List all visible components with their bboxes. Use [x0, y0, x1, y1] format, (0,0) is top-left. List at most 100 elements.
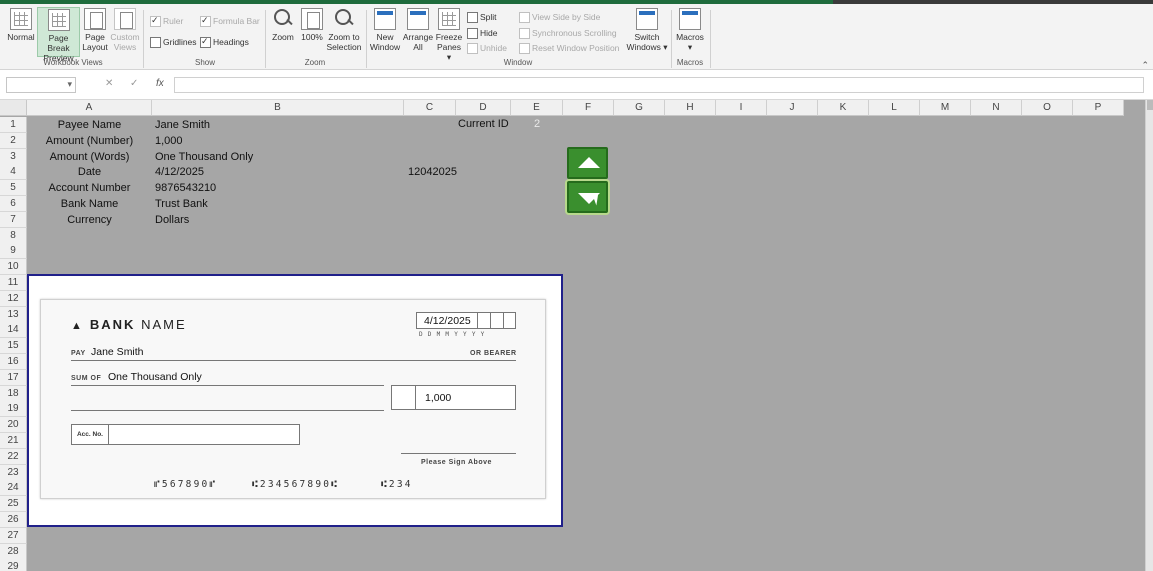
column-header[interactable]: O: [1022, 100, 1073, 116]
column-header[interactable]: F: [563, 100, 614, 116]
row-header[interactable]: 28: [0, 543, 27, 560]
cell-value[interactable]: 9876543210: [155, 180, 216, 196]
page-layout-button[interactable]: Page Layout: [82, 8, 108, 52]
row-header[interactable]: 1: [0, 117, 27, 133]
column-header[interactable]: P: [1073, 100, 1124, 116]
headings-checkbox[interactable]: Headings: [200, 35, 249, 48]
column-header[interactable]: K: [818, 100, 869, 116]
column-header[interactable]: I: [716, 100, 767, 116]
cell-label[interactable]: Amount (Number): [27, 133, 152, 149]
row-header[interactable]: 24: [0, 480, 27, 497]
row-header[interactable]: 25: [0, 496, 27, 513]
formula-bar: ✕ ✓ fx: [0, 70, 1153, 100]
group-label-macros: Macros: [676, 58, 704, 67]
synchronous-scrolling-button[interactable]: Synchronous Scrolling: [519, 27, 617, 39]
row-header[interactable]: 14: [0, 322, 27, 339]
cell-label[interactable]: Currency: [27, 212, 152, 228]
cell-value[interactable]: Dollars: [155, 212, 189, 228]
row-header[interactable]: 2: [0, 132, 27, 149]
switch-windows-button[interactable]: Switch Windows ▾: [626, 8, 668, 52]
row-header[interactable]: 4: [0, 164, 27, 181]
column-header[interactable]: G: [614, 100, 665, 116]
gridlines-checkbox[interactable]: Gridlines: [150, 36, 197, 48]
signature-line: [401, 453, 516, 454]
cell-label[interactable]: Amount (Words): [27, 149, 152, 165]
zoom-button[interactable]: Zoom: [270, 8, 296, 42]
row-header[interactable]: 13: [0, 306, 27, 323]
zoom-100-button[interactable]: 100%: [299, 8, 325, 42]
freeze-panes-button[interactable]: Freeze Panes ▾: [434, 8, 464, 62]
row-header[interactable]: 6: [0, 196, 27, 212]
cell-label[interactable]: Date: [27, 164, 152, 180]
row-header[interactable]: 10: [0, 259, 27, 276]
cell-c4[interactable]: 12042025: [408, 164, 457, 180]
hide-button[interactable]: Hide: [467, 27, 497, 39]
select-all-corner[interactable]: [0, 100, 27, 116]
macros-button[interactable]: Macros ▾: [674, 8, 706, 52]
cell-value[interactable]: Trust Bank: [155, 196, 208, 212]
row-header[interactable]: 12: [0, 290, 27, 307]
reset-window-position-button[interactable]: Reset Window Position: [519, 42, 619, 54]
column-header[interactable]: M: [920, 100, 971, 116]
row-header[interactable]: 7: [0, 211, 27, 228]
current-id-label[interactable]: Current ID: [458, 116, 509, 132]
split-button[interactable]: Split: [467, 11, 497, 23]
new-window-button[interactable]: New Window: [369, 8, 401, 52]
row-header[interactable]: 11: [0, 275, 27, 291]
row-header[interactable]: 21: [0, 433, 27, 449]
formula-input[interactable]: [174, 77, 1144, 93]
row-header[interactable]: 8: [0, 227, 27, 244]
row-header[interactable]: 15: [0, 338, 27, 355]
next-record-button[interactable]: [567, 181, 608, 213]
cell-label[interactable]: Bank Name: [27, 196, 152, 212]
custom-views-button[interactable]: Custom Views: [110, 8, 140, 52]
name-box[interactable]: [6, 77, 76, 93]
unhide-button[interactable]: Unhide: [467, 42, 507, 54]
vertical-scrollbar[interactable]: [1145, 100, 1153, 571]
row-header[interactable]: 23: [0, 464, 27, 481]
cell-value[interactable]: 1,000: [155, 133, 183, 149]
row-header[interactable]: 27: [0, 527, 27, 544]
row-header[interactable]: 16: [0, 354, 27, 370]
row-header[interactable]: 3: [0, 148, 27, 165]
cancel-icon[interactable]: ✕: [105, 78, 113, 89]
column-header[interactable]: N: [971, 100, 1022, 116]
column-header[interactable]: D: [456, 100, 511, 116]
page-break-preview-button[interactable]: Page Break Preview: [37, 7, 80, 63]
cheque-date-box: 4/12/2025: [416, 312, 516, 329]
arrange-all-button[interactable]: Arrange All: [402, 8, 434, 52]
row-header[interactable]: 22: [0, 448, 27, 465]
column-header[interactable]: J: [767, 100, 818, 116]
cell-value[interactable]: One Thousand Only: [155, 149, 253, 165]
enter-icon[interactable]: ✓: [130, 78, 138, 89]
row-header[interactable]: 9: [0, 243, 27, 260]
row-header[interactable]: 18: [0, 385, 27, 402]
column-header[interactable]: A: [27, 100, 152, 116]
formula-bar-checkbox[interactable]: Formula Bar: [200, 14, 260, 27]
row-header[interactable]: 20: [0, 417, 27, 434]
cell-label[interactable]: Account Number: [27, 180, 152, 196]
sum-of-label: SUM OF: [71, 375, 102, 382]
account-number-box: Acc. No.: [71, 424, 300, 445]
row-header[interactable]: 17: [0, 369, 27, 386]
insert-function-icon[interactable]: fx: [156, 78, 164, 89]
current-id-value[interactable]: 2: [534, 116, 540, 132]
cheque-print-area[interactable]: ▲ BANK NAME 4/12/2025 DDMMYYYY PAY Jane S…: [27, 274, 563, 527]
column-header[interactable]: L: [869, 100, 920, 116]
row-header[interactable]: 26: [0, 512, 27, 528]
cell-value[interactable]: 4/12/2025: [155, 164, 204, 180]
column-header[interactable]: E: [511, 100, 563, 116]
row-header[interactable]: 5: [0, 180, 27, 197]
zoom-to-selection-button[interactable]: Zoom to Selection: [326, 8, 362, 52]
ruler-checkbox[interactable]: Ruler: [150, 14, 183, 27]
cell-label[interactable]: Payee Name: [27, 117, 152, 133]
column-header[interactable]: B: [152, 100, 404, 116]
cell-value[interactable]: Jane Smith: [155, 117, 210, 133]
normal-view-button[interactable]: Normal: [6, 8, 36, 42]
column-header[interactable]: H: [665, 100, 716, 116]
column-header[interactable]: C: [404, 100, 456, 116]
row-header[interactable]: 19: [0, 401, 27, 418]
view-side-by-side-button[interactable]: View Side by Side: [519, 11, 600, 23]
previous-record-button[interactable]: [567, 147, 608, 179]
row-header[interactable]: 29: [0, 559, 27, 571]
